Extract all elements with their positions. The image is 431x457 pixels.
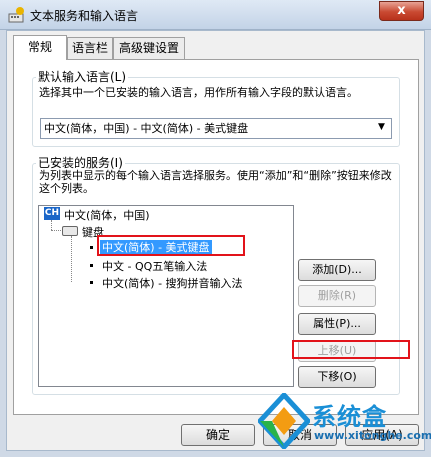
window-title: 文本服务和输入语言 — [30, 9, 139, 23]
remove-button[interactable]: 删除(R) — [298, 285, 376, 307]
bullet-icon — [90, 264, 93, 267]
close-button[interactable]: x — [379, 1, 424, 21]
tab-general[interactable]: 常规 — [13, 35, 67, 60]
watermark-url: www.xitonghe.com — [314, 429, 431, 442]
bullet-icon — [90, 246, 93, 249]
tree-item-sogou-pinyin[interactable]: 中文(简体) - 搜狗拼音输入法 — [102, 275, 243, 291]
tab-advanced-key-settings[interactable]: 高级键设置 — [113, 37, 185, 59]
watermark-logo-icon — [256, 391, 312, 451]
watermark-brand: 系统盒 — [312, 403, 387, 431]
bullet-icon — [90, 281, 93, 284]
chevron-down-icon[interactable]: ▼ — [378, 122, 385, 132]
move-down-button[interactable]: 下移(O) — [298, 366, 376, 388]
highlight-box — [97, 235, 245, 256]
tree-language-node[interactable]: 中文(简体，中国) — [64, 207, 150, 223]
add-button[interactable]: 添加(D)... — [298, 259, 376, 281]
ok-button[interactable]: 确定 — [181, 424, 255, 446]
highlight-box — [292, 340, 410, 359]
installed-services-description: 为列表中显示的每个输入语言选择服务。使用“添加”和“删除”按钮来修改这个列表。 — [39, 169, 392, 195]
language-badge-icon: CH — [44, 207, 60, 220]
tab-language-bar[interactable]: 语言栏 — [67, 37, 113, 59]
default-language-select[interactable]: 中文(简体，中国) - 中文(简体) - 美式键盘 — [40, 118, 392, 139]
tree-connector — [71, 236, 72, 282]
tree-connector — [51, 220, 52, 230]
app-icon — [8, 6, 26, 24]
keyboard-icon — [62, 226, 78, 236]
default-language-description: 选择其中一个已安装的输入语言，用作所有输入字段的默认语言。 — [39, 86, 358, 99]
properties-button[interactable]: 属性(P)... — [298, 313, 376, 335]
tree-item-qq-wubi[interactable]: 中文 - QQ五笔输入法 — [102, 258, 207, 274]
default-language-legend: 默认输入语言(L) — [36, 68, 129, 85]
tree-connector — [51, 230, 61, 231]
